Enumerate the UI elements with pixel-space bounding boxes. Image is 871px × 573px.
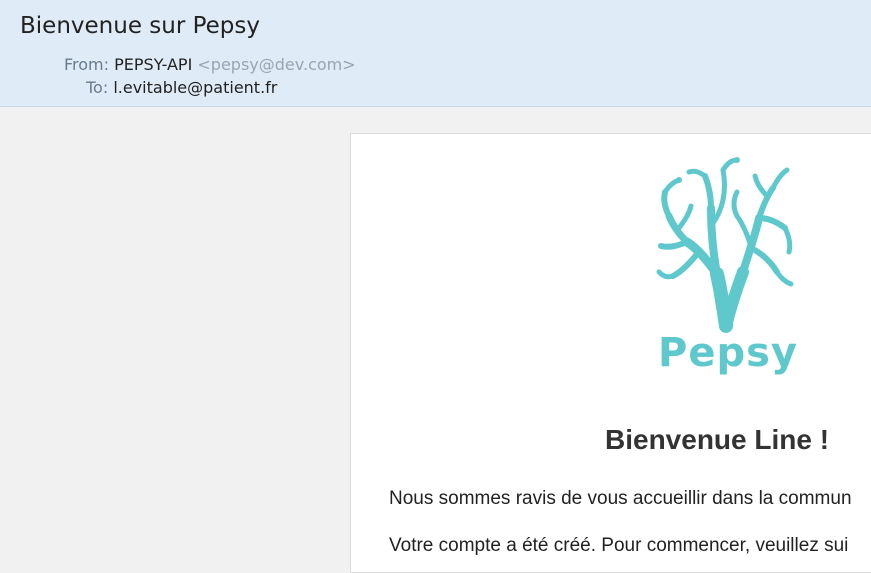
from-address[interactable]: <pepsy@dev.com> xyxy=(197,55,355,74)
from-name[interactable]: PEPSY-API xyxy=(114,55,192,74)
message-paragraph-1: Nous sommes ravis de vous accueillir dan… xyxy=(389,488,852,509)
email-subject: Bienvenue sur Pepsy xyxy=(20,13,260,39)
logo-text: Pepsy xyxy=(658,330,798,376)
from-row: From: PEPSY-API <pepsy@dev.com> xyxy=(64,55,356,75)
message-paragraph-2: Votre compte a été créé. Pour commencer,… xyxy=(389,535,849,556)
to-address[interactable]: l.evitable@patient.fr xyxy=(113,78,277,97)
message-card: Pepsy Bienvenue Line ! Nous sommes ravis… xyxy=(350,133,871,573)
to-row: To: l.evitable@patient.fr xyxy=(86,78,277,98)
to-label: To: xyxy=(86,78,109,97)
from-label: From: xyxy=(64,55,110,74)
email-header: Bienvenue sur Pepsy From: PEPSY-API <pep… xyxy=(0,0,871,107)
coral-logo-svg xyxy=(656,157,794,333)
welcome-heading: Bienvenue Line ! xyxy=(605,424,830,455)
